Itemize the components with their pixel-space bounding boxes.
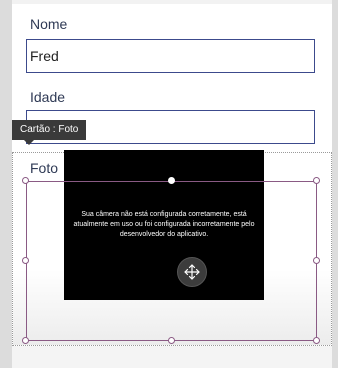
tooltip-arrow — [24, 140, 34, 145]
nome-label: Nome — [30, 16, 68, 32]
resize-handle-top-left[interactable] — [22, 177, 29, 184]
nome-input[interactable]: Fred — [26, 39, 315, 73]
resize-handle-top-right[interactable] — [313, 177, 320, 184]
resize-handle-bottom-right[interactable] — [313, 337, 320, 344]
resize-handle-middle-right[interactable] — [313, 257, 320, 264]
canvas-bottom-strip — [12, 346, 332, 368]
selection-frame — [26, 181, 317, 341]
resize-handle-bottom-left[interactable] — [22, 337, 29, 344]
card-tooltip: Cartão : Foto — [12, 120, 87, 140]
resize-handle-top-center[interactable] — [168, 177, 175, 184]
idade-label: Idade — [30, 89, 66, 105]
top-divider — [12, 0, 332, 4]
foto-label: Foto — [30, 160, 59, 176]
resize-handle-bottom-center[interactable] — [168, 337, 175, 344]
resize-handle-middle-left[interactable] — [22, 257, 29, 264]
